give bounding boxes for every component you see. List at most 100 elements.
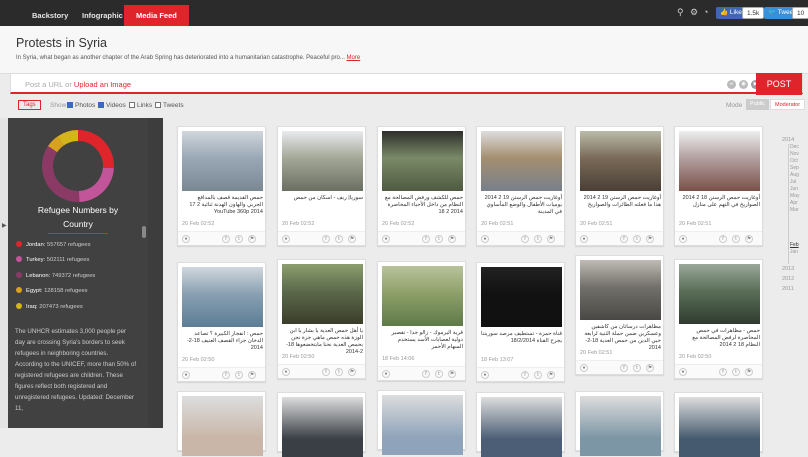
media-thumbnail[interactable] [481, 397, 562, 457]
sidebar-scrollbar[interactable] [142, 226, 146, 238]
facebook-share-icon[interactable]: f [521, 371, 529, 379]
media-card[interactable] [575, 391, 664, 456]
flag-icon[interactable]: ⚑ [248, 235, 256, 243]
timeline-item[interactable]: Mar [790, 207, 799, 213]
flag-icon[interactable]: ⚑ [448, 235, 456, 243]
flag-icon[interactable]: ⚑ [348, 368, 356, 376]
twitter-share-icon[interactable]: t [435, 235, 443, 243]
post-bar[interactable]: Post a URL or Upload an Image ∞ ◉ ▶ POST [10, 73, 803, 95]
media-thumbnail[interactable] [481, 131, 562, 191]
media-thumbnail[interactable] [580, 396, 661, 456]
media-card[interactable]: أوغاريت حمص الرستن 19 2 2014 هذا ما فعلت… [575, 126, 664, 246]
links-checkbox[interactable]: Links [129, 102, 152, 109]
media-card[interactable]: قناة حمزة - تستطيف مرصد سوريتنا يجرح الق… [476, 262, 565, 382]
twitter-share-icon[interactable]: t [534, 235, 542, 243]
media-card[interactable]: أوغاريت حمص الرستن 18 2 2014 الصواريخ في… [674, 126, 763, 246]
media-thumbnail[interactable] [182, 396, 263, 456]
media-card[interactable] [277, 392, 366, 457]
donut-slice-lebanon[interactable] [42, 146, 80, 202]
twitter-share-icon[interactable]: t [732, 368, 740, 376]
link-icon[interactable]: ∞ [727, 80, 736, 89]
tab-media-feed[interactable]: Media Feed [124, 5, 189, 26]
media-card[interactable] [476, 392, 565, 457]
facebook-share-icon[interactable]: f [322, 235, 330, 243]
twitter-share-icon[interactable]: t [534, 371, 542, 379]
photos-checkbox[interactable]: Photos [67, 102, 95, 109]
twitter-share-icon[interactable]: t [235, 235, 243, 243]
flag-icon[interactable]: ⚑ [248, 371, 256, 379]
flag-icon[interactable]: ⚑ [547, 371, 555, 379]
flag-icon[interactable]: ⚑ [745, 368, 753, 376]
timeline-item[interactable]: Jul [790, 179, 796, 185]
donut-slice-turkey[interactable] [78, 167, 114, 202]
facebook-share-icon[interactable]: f [422, 235, 430, 243]
flag-icon[interactable]: ⚑ [646, 235, 654, 243]
camera-icon[interactable]: ◉ [739, 80, 748, 89]
media-thumbnail[interactable] [679, 397, 760, 457]
media-thumbnail[interactable] [382, 131, 463, 191]
sidebar-scroll-track[interactable] [148, 118, 163, 428]
facebook-share-icon[interactable]: f [719, 368, 727, 376]
timeline-item[interactable]: 2012 [782, 276, 794, 282]
media-card[interactable]: سوريا| ريف - اسكان من حمص 20 Feb 02:52 ● f t… [277, 126, 366, 246]
timeline-item[interactable]: Aug [790, 172, 799, 178]
timeline-item[interactable]: Nov [790, 151, 799, 157]
facebook-share-icon[interactable]: f [222, 235, 230, 243]
media-thumbnail[interactable] [282, 131, 363, 191]
post-button[interactable]: POST [756, 73, 802, 95]
facebook-share-icon[interactable]: f [719, 235, 727, 243]
tags-button[interactable]: Tags [18, 100, 41, 110]
twitter-share-icon[interactable]: t [633, 235, 641, 243]
timeline-item[interactable]: Feb [790, 242, 799, 248]
facebook-share-icon[interactable]: f [521, 235, 529, 243]
media-thumbnail[interactable] [282, 397, 363, 457]
timeline-item[interactable]: 2014 [782, 137, 794, 143]
media-card[interactable]: مظاهرات درساتان من كاشفين وعسكرين ضمن حم… [575, 255, 664, 375]
timeline-item[interactable]: Dec [790, 144, 799, 150]
media-card[interactable]: قرية اليرموك - زالو جدا - تقصير دولية لع… [377, 261, 466, 381]
media-card[interactable] [377, 390, 466, 455]
media-card[interactable] [177, 391, 266, 456]
flag-icon[interactable]: ⚑ [547, 235, 555, 243]
pin-icon[interactable]: ⚲ [677, 7, 684, 18]
gear-icon[interactable]: ⚙ [690, 7, 698, 18]
facebook-share-icon[interactable]: f [322, 368, 330, 376]
media-card[interactable]: أوغاريت حمص الرستن 19 2 2014 يوميات الأط… [476, 126, 565, 246]
flag-icon[interactable]: ⚑ [448, 370, 456, 378]
media-thumbnail[interactable] [679, 264, 760, 324]
flag-icon[interactable]: ⚑ [348, 235, 356, 243]
media-thumbnail[interactable] [182, 267, 263, 327]
twitter-share-icon[interactable]: t [235, 371, 243, 379]
upload-image-link[interactable]: Upload an Image [74, 80, 131, 89]
facebook-share-icon[interactable]: f [620, 364, 628, 372]
facebook-share-icon[interactable]: f [422, 370, 430, 378]
media-card[interactable]: حمص : انفجار الكبيرة ؟ تصاعد الدخان جراء… [177, 262, 266, 382]
timeline-item[interactable]: May [790, 193, 799, 199]
media-thumbnail[interactable] [580, 260, 661, 320]
twitter-share-icon[interactable]: t [732, 235, 740, 243]
media-thumbnail[interactable] [580, 131, 661, 191]
rss-icon[interactable]: ◔ [703, 7, 708, 17]
facebook-share-icon[interactable]: f [222, 371, 230, 379]
timeline-item[interactable]: Jun [790, 186, 798, 192]
tweets-checkbox[interactable]: Tweets [155, 102, 184, 109]
timeline-item[interactable]: Sep [790, 165, 799, 171]
media-thumbnail[interactable] [481, 267, 562, 327]
media-card[interactable]: يا أهل حمص العدية يا بشار يا ابن الوزة ه… [277, 259, 366, 379]
twitter-share-icon[interactable]: t [633, 364, 641, 372]
timeline-item[interactable]: 2011 [782, 286, 794, 292]
timeline-item[interactable]: 2013 [782, 266, 794, 272]
facebook-share-icon[interactable]: f [620, 235, 628, 243]
media-thumbnail[interactable] [182, 131, 263, 191]
timeline-item[interactable]: Jan [790, 249, 798, 255]
more-link[interactable]: More [347, 55, 361, 61]
media-thumbnail[interactable] [382, 266, 463, 326]
media-card[interactable]: حمص للكشف ورفض المصالحة مع النظام من داخ… [377, 126, 466, 246]
timeline-item[interactable]: Oct [790, 158, 798, 164]
collapse-arrow-icon[interactable]: ▶ [2, 222, 7, 229]
media-card[interactable]: حمص - مظاهرات في حمص المحاصرة لرفض المصا… [674, 259, 763, 379]
twitter-share-icon[interactable]: t [335, 235, 343, 243]
post-input[interactable]: Post a URL or Upload an Image [25, 80, 131, 89]
donut-slice-jordan[interactable] [78, 130, 115, 169]
media-thumbnail[interactable] [382, 395, 463, 455]
